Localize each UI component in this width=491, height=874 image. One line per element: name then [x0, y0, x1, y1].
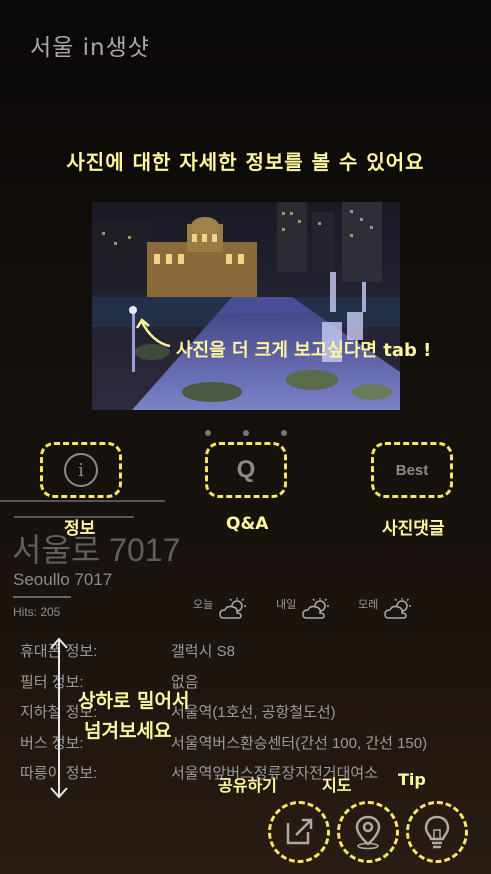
app-title: 서울 in생샷 [30, 35, 150, 61]
share-icon [286, 818, 313, 845]
photo-pager [0, 423, 491, 441]
tab-qa[interactable]: Q [205, 442, 287, 498]
night-city-photo [92, 202, 400, 410]
info-value: 서울역(1호선, 공항철도선) [171, 704, 336, 721]
best-icon: Best [395, 461, 429, 479]
weather-tomorrow: 내일 [276, 598, 332, 620]
qa-icon: Q [236, 456, 256, 483]
info-key: 따릉이 정보: [20, 765, 98, 782]
weather-day-label: 모레 [358, 599, 379, 611]
pager-dot [242, 430, 249, 436]
info-value: 서울역버스환승센터(간선 100, 간선 150) [171, 734, 428, 752]
info-key: 휴대폰 정보: [20, 643, 98, 660]
tap-hint-arrow [135, 318, 171, 348]
place-photo[interactable] [92, 202, 400, 410]
pager-dot [280, 430, 287, 436]
weather-day-label: 내일 [276, 599, 297, 611]
pager-dot [204, 430, 211, 436]
weather-today: 오늘 [193, 598, 249, 620]
hits-count: Hits: 205 [13, 605, 61, 619]
place-subtitle: Seoullo 7017 [13, 570, 113, 589]
share-button[interactable] [268, 801, 330, 863]
map-button[interactable] [337, 801, 399, 863]
lightbulb-icon [424, 815, 450, 849]
hint-scroll-line: 넘겨보세요 [84, 720, 172, 742]
hint-scroll: 상하로 밀어서 넘겨보세요 [78, 686, 190, 746]
tip-button[interactable] [406, 801, 468, 863]
map-pin-icon [355, 815, 381, 850]
divider [13, 596, 71, 598]
tab-qa-label: Q&A [226, 514, 269, 534]
info-icon: i [64, 453, 98, 487]
info-value: 없음 [171, 673, 199, 691]
tip-label: Tip [398, 770, 426, 789]
weather-day-after: 모레 [358, 598, 414, 620]
tab-info[interactable]: i [40, 442, 122, 498]
share-label: 공유하기 [218, 776, 277, 795]
scroll-hint-arrow [50, 637, 68, 799]
weather-day-label: 오늘 [193, 599, 214, 611]
divider [0, 500, 165, 502]
info-value: 갤럭시 S8 [171, 643, 235, 660]
map-label: 지도 [322, 776, 352, 795]
hint-tap-photo: 사진을 더 크게 보고싶다면 tab ! [176, 340, 432, 361]
place-name: 서울로 7017 [12, 532, 181, 568]
partly-cloudy-icon [384, 598, 412, 619]
partly-cloudy-icon [302, 598, 330, 619]
tab-best[interactable]: Best [371, 442, 453, 498]
hint-photo-info: 사진에 대한 자세한 정보를 볼 수 있어요 [66, 150, 425, 174]
info-row-phone: 휴대폰 정보: 갤럭시 S8 [20, 640, 480, 671]
hint-scroll-line: 상하로 밀어서 [78, 690, 190, 712]
tab-best-label: 사진댓글 [382, 519, 445, 539]
partly-cloudy-icon [219, 598, 247, 619]
